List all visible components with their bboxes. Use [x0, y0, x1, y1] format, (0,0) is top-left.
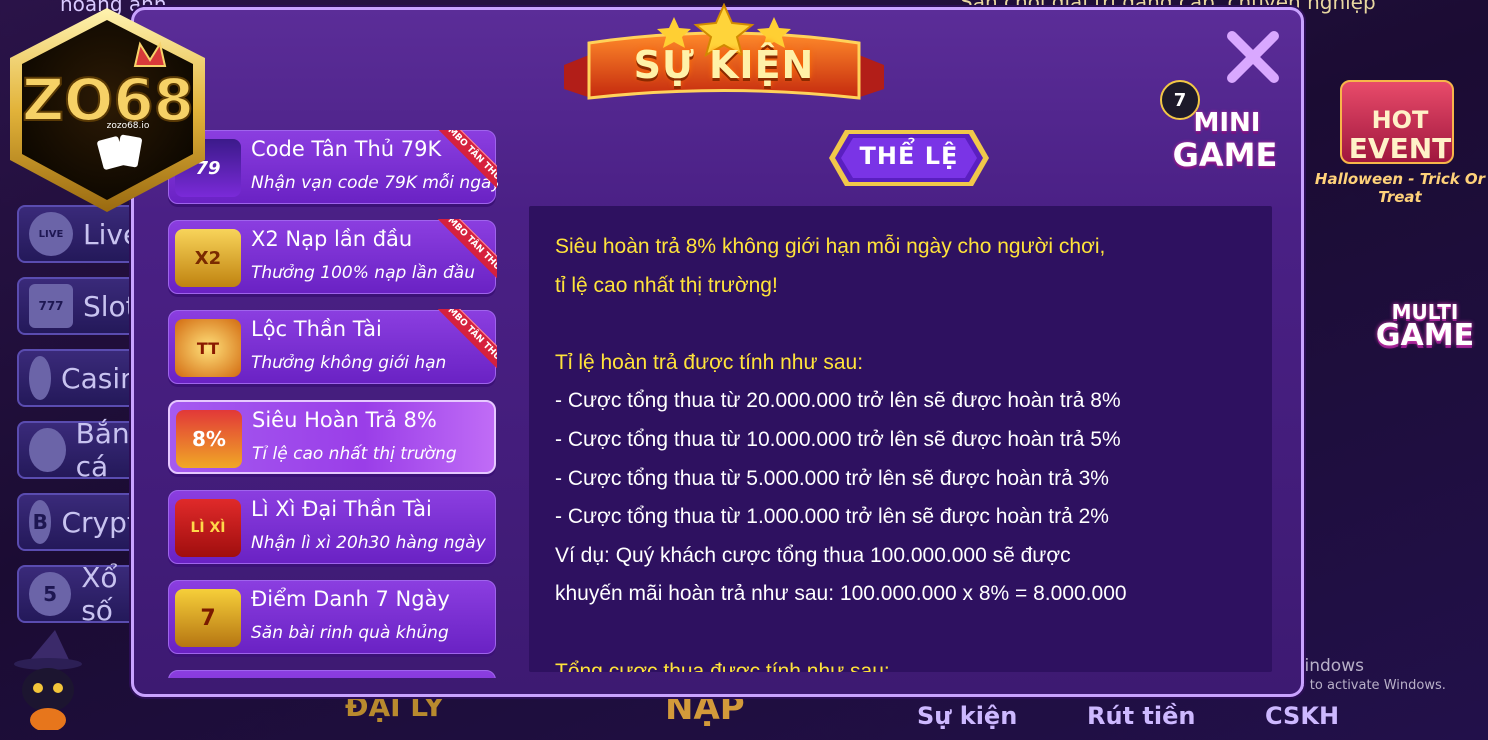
event-thumb: X2 — [175, 229, 241, 287]
event-subtitle: Tỉ lệ cao nhất thị trường — [252, 444, 457, 464]
event-detail-panel[interactable]: Siêu hoàn trả 8% không giới hạn mỗi ngày… — [529, 206, 1272, 672]
event-item-sieu-hoan-tra[interactable]: 8% Siêu Hoàn Trả 8% Tỉ lệ cao nhất thị t… — [168, 400, 496, 474]
witch-cat-mascot — [0, 630, 95, 732]
event-title: X2 Nạp lần đầu — [251, 227, 413, 251]
event-item-partial[interactable] — [168, 670, 496, 678]
event-title: Điểm Danh 7 Ngày — [251, 587, 450, 611]
combo-tag: COMBO TÂN THỦ — [435, 130, 497, 191]
nav-support[interactable]: CSKH — [1265, 702, 1339, 730]
event-thumb: TT — [175, 319, 241, 377]
events-modal: SỰ KIỆN 79 Code Tân Thủ 79K Nhận vạn cod… — [131, 3, 1304, 697]
lottery-icon: 5 — [29, 572, 72, 616]
nav-events[interactable]: Sự kiện — [917, 702, 1017, 730]
multi-game-button[interactable]: MULTI GAME — [1365, 300, 1485, 380]
fish-icon — [29, 428, 66, 472]
event-title: Lì Xì Đại Thần Tài — [251, 497, 432, 521]
slot-777-icon: 777 — [29, 284, 73, 328]
detail-line: - Cược tổng thua từ 10.000.000 trở lên s… — [555, 427, 1121, 451]
event-subtitle: Nhận lì xì 20h30 hàng ngày — [251, 533, 486, 553]
zo68-logo: ZO68 zozo68.io — [0, 0, 215, 220]
combo-tag: COMBO TÂN THỦ — [435, 309, 497, 371]
mini-game-line1: MINI — [1193, 108, 1261, 138]
detail-line: - Cược tổng thua từ 1.000.000 trở lên sẽ… — [555, 505, 1109, 529]
event-subtitle: Săn bài rinh quà khủng — [251, 623, 449, 643]
event-item-li-xi[interactable]: LÌ XÌ Lì Xì Đại Thần Tài Nhận lì xì 20h3… — [168, 490, 496, 564]
combo-tag: COMBO TÂN THỦ — [435, 219, 497, 281]
event-list[interactable]: 79 Code Tân Thủ 79K Nhận vạn code 79K mỗ… — [168, 130, 498, 678]
event-title: Lộc Thần Tài — [251, 317, 382, 341]
modal-title-banner: SỰ KIỆN — [554, 3, 894, 113]
hot-event-banner[interactable]: HOT EVENT Halloween - Trick Or Treat — [1310, 80, 1488, 206]
close-button[interactable] — [1224, 28, 1282, 86]
event-item-x2-nap[interactable]: X2 X2 Nạp lần đầu Thưởng 100% nạp lần đầ… — [168, 219, 497, 294]
event-thumb: 8% — [176, 410, 242, 468]
background-sidebar: LIVE Live 777 Slots Casino Bắn cá B Cryp… — [5, 205, 157, 635]
detail-blank-line — [555, 614, 1255, 653]
bitcoin-icon: B — [29, 500, 52, 544]
poker-chip-icon — [29, 356, 52, 400]
mini-game-line2: GAME — [1172, 136, 1278, 174]
logo-subtext: zozo68.io — [107, 121, 150, 131]
modal-title: SỰ KIỆN — [633, 43, 815, 87]
detail-line: Tổng cược thua được tính như sau: — [555, 659, 890, 672]
hot-event-line1: HOT — [1371, 106, 1429, 134]
detail-line: - Cược tổng thua từ 5.000.000 trở lên sẽ… — [555, 466, 1109, 490]
detail-line: Tỉ lệ hoàn trả được tính như sau: — [555, 350, 864, 374]
nav-withdraw[interactable]: Rút tiền — [1087, 702, 1195, 730]
mini-game-button[interactable]: 7 MINI GAME — [1150, 80, 1285, 185]
detail-line: - Cược tổng thua từ 20.000.000 trở lên s… — [555, 389, 1121, 413]
event-item-diem-danh[interactable]: 7 Điểm Danh 7 Ngày Săn bài rinh quà khủn… — [168, 580, 496, 654]
rules-button[interactable]: THỂ LỆ — [827, 128, 991, 188]
event-title: Siêu Hoàn Trả 8% — [252, 408, 437, 432]
detail-line: khuyến mãi hoàn trả như sau: 100.000.000… — [555, 582, 1127, 606]
event-item-loc-than-tai[interactable]: TT Lộc Thần Tài Thưởng không giới hạn CO… — [168, 309, 497, 384]
event-title: Code Tân Thủ 79K — [251, 137, 442, 161]
event-detail-text: Siêu hoàn trả 8% không giới hạn mỗi ngày… — [555, 228, 1255, 672]
detail-blank-line — [555, 305, 1255, 344]
event-thumb: LÌ XÌ — [175, 499, 241, 557]
event-subtitle: Thưởng không giới hạn — [251, 353, 447, 373]
multi-game-line2: GAME — [1375, 318, 1475, 353]
hot-event-line2: EVENT — [1348, 132, 1452, 165]
rules-button-label: THỂ LỆ — [859, 142, 959, 170]
detail-line: tỉ lệ cao nhất thị trường! — [555, 273, 778, 297]
hot-event-line3: Halloween - Trick Or Treat — [1314, 170, 1486, 206]
event-thumb: 7 — [175, 589, 241, 647]
detail-line: Siêu hoàn trả 8% không giới hạn mỗi ngày… — [555, 235, 1106, 258]
event-item-code-tan-thu[interactable]: 79 Code Tân Thủ 79K Nhận vạn code 79K mỗ… — [168, 130, 498, 204]
close-icon — [1227, 31, 1279, 83]
detail-line: Ví dụ: Quý khách cược tổng thua 100.000.… — [555, 543, 1071, 567]
